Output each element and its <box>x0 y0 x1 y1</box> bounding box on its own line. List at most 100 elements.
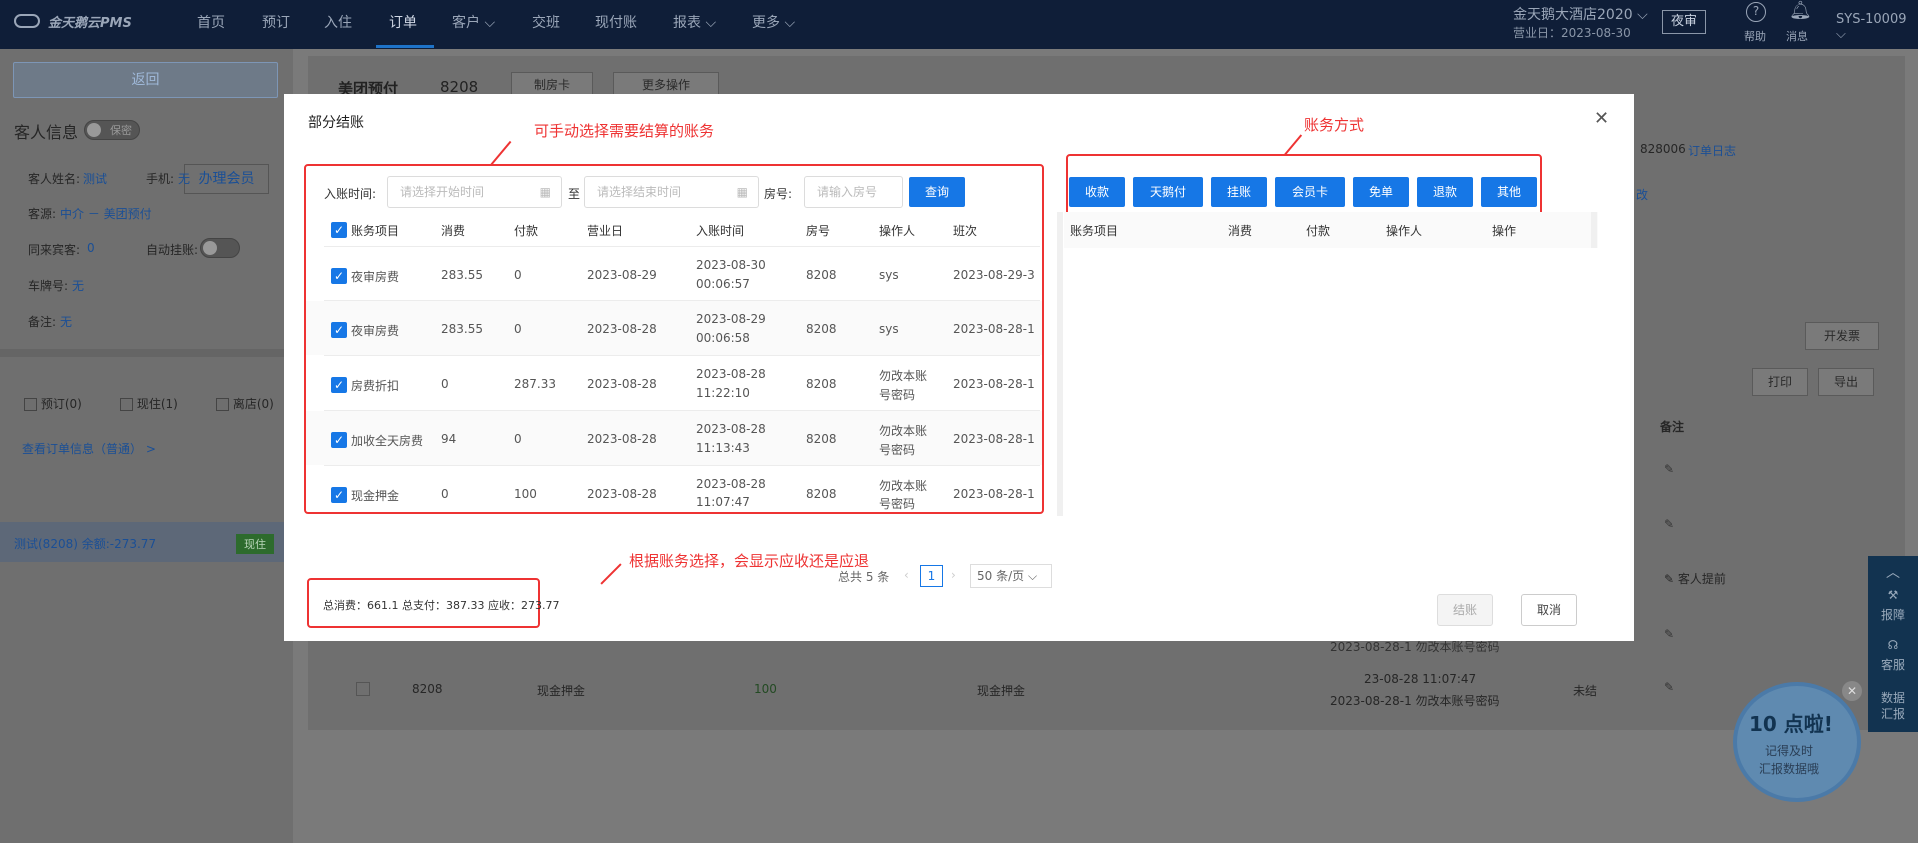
remark-value: 无 <box>60 315 73 329</box>
floating-toolbar: ︿ ⚒ 报障 ☊ 客服 数据汇报 <box>1868 556 1918 732</box>
status-badge: 现住 <box>236 534 274 554</box>
nav-cash-account[interactable]: 现付账 <box>595 12 637 32</box>
left-panel: 返回 客人信息 保密 办理会员 客人姓名: 测试 手机: 无 客源: 中介 － … <box>0 49 293 843</box>
selected-room-text[interactable]: 测试(8208) 余额:-273.77 <box>14 535 156 552</box>
row-entry-date: 2023-08-28 <box>696 477 766 491</box>
remark-label: 备注: <box>28 315 57 329</box>
data-report-button[interactable]: 数据汇报 <box>1868 690 1918 722</box>
edit-icon[interactable]: ✎ <box>1664 517 1674 531</box>
calendar-icon: ▦ <box>539 185 551 199</box>
page-size-select[interactable]: 50 条/页 ⌵ <box>970 564 1052 588</box>
collapse-up-icon[interactable]: ︿ <box>1868 562 1918 582</box>
row-checkbox[interactable]: ✓ <box>331 432 347 448</box>
chevron-down-icon: ⌵ <box>1027 569 1038 583</box>
register-member-button[interactable]: 办理会员 <box>184 164 269 194</box>
hotel-selector[interactable]: 金天鹅大酒店2020 ⌵ <box>1513 4 1648 24</box>
pay-method-member-card-button[interactable]: 会员卡 <box>1275 177 1345 207</box>
row-entry-date: 2023-08-29 <box>696 312 766 326</box>
report-issue-button[interactable]: 报障 <box>1868 606 1918 623</box>
row-checkbox[interactable]: ✓ <box>331 322 347 338</box>
row-entry-date: 2023-08-28 <box>696 422 766 436</box>
filter-booked[interactable]: 预订(0) <box>24 395 82 412</box>
end-time-input[interactable]: 请选择结束时间 ▦ <box>584 176 759 208</box>
col-remark: 备注 <box>1660 420 1685 434</box>
pay-method-tiane-button[interactable]: 天鹅付 <box>1133 177 1203 207</box>
row-checkbox[interactable] <box>356 682 370 696</box>
order-log-link[interactable]: 订单日志 <box>1688 142 1736 159</box>
nav-customers[interactable]: 客户 ⌵ <box>452 12 495 32</box>
settle-button[interactable]: 结账 <box>1437 594 1493 626</box>
close-icon[interactable]: ✕ <box>1594 108 1609 129</box>
guest-name[interactable]: 测试 <box>83 170 107 187</box>
guest-name-label: 客人姓名: <box>28 172 81 186</box>
nav-reports[interactable]: 报表 ⌵ <box>673 12 716 32</box>
user-menu[interactable]: SYS-10009 ⌵ <box>1836 12 1918 42</box>
cancel-button[interactable]: 取消 <box>1521 594 1577 626</box>
headset-icon: ☊ <box>1887 638 1899 652</box>
close-icon[interactable]: ✕ <box>1842 681 1862 701</box>
pay-method-charge-button[interactable]: 挂账 <box>1211 177 1267 207</box>
companions-value[interactable]: 0 <box>87 241 95 255</box>
prev-page-icon[interactable]: ‹ <box>904 568 909 582</box>
filter-in-house[interactable]: 现住(1) <box>120 395 178 412</box>
row-payment: 287.33 <box>514 377 556 391</box>
nav-orders[interactable]: 订单 <box>389 12 417 32</box>
pay-method-collect-button[interactable]: 收款 <box>1069 177 1125 207</box>
customer-service-button[interactable]: 客服 <box>1868 656 1918 673</box>
nav-home[interactable]: 首页 <box>197 12 225 32</box>
nav-more[interactable]: 更多 ⌵ <box>752 12 795 32</box>
scrollbar[interactable] <box>1591 212 1597 248</box>
divider <box>324 246 1040 247</box>
next-page-icon[interactable]: › <box>951 568 956 582</box>
remark-cell[interactable]: ✎ 客人提前 <box>1664 570 1726 587</box>
col-consume: 消费 <box>1228 224 1253 238</box>
start-time-input[interactable]: 请选择开始时间 ▦ <box>387 176 562 208</box>
invoice-button[interactable]: 开发票 <box>1805 322 1879 350</box>
divider <box>324 465 1040 466</box>
pay-method-other-button[interactable]: 其他 <box>1481 177 1537 207</box>
row-biz-day: 2023-08-29 <box>587 268 657 282</box>
row-room: 8208 <box>806 322 837 336</box>
back-button[interactable]: 返回 <box>13 62 278 98</box>
row-item: 夜审房费 <box>351 324 400 338</box>
edit-icon[interactable]: ✎ <box>1664 462 1674 476</box>
select-all-checkbox[interactable]: ✓ <box>331 222 347 238</box>
bell-icon[interactable]: 🔔︎ <box>1789 0 1812 21</box>
view-order-link[interactable]: 查看订单信息（普通） > <box>22 440 156 457</box>
nav-checkin[interactable]: 入住 <box>324 12 352 32</box>
col-shift: 班次 <box>953 224 978 238</box>
row-operator: sys <box>879 322 899 336</box>
row-checkbox[interactable]: ✓ <box>331 377 347 393</box>
edit-icon[interactable]: ✎ <box>1664 627 1674 641</box>
annotation-left: 可手动选择需要结算的账务 <box>534 122 715 140</box>
print-button[interactable]: 打印 <box>1752 368 1808 396</box>
col-room: 房号 <box>806 224 831 238</box>
modify-link[interactable]: 改 <box>1636 186 1648 203</box>
entry-time-label: 入账时间: <box>324 187 377 201</box>
col-consume: 消费 <box>441 224 466 238</box>
row-shift: 2023-08-28-1 <box>953 377 1035 391</box>
export-button[interactable]: 导出 <box>1818 368 1874 396</box>
pay-method-refund-button[interactable]: 退款 <box>1417 177 1473 207</box>
row-entry-time: 00:06:58 <box>696 331 750 345</box>
promo-badge[interactable]: 10 点啦! 记得及时 汇报数据哦 <box>1733 682 1861 802</box>
table-row <box>306 301 1042 355</box>
night-audit-button[interactable]: 夜审 <box>1662 10 1706 34</box>
row-checkbox[interactable]: ✓ <box>331 268 347 284</box>
auto-charge-toggle[interactable] <box>200 238 240 258</box>
help-icon[interactable]: ? <box>1746 2 1766 22</box>
annotation-bottom: 根据账务选择，会显示应收还是应退 <box>629 552 870 570</box>
row-consume: 94 <box>441 432 457 446</box>
scrollbar[interactable] <box>1057 212 1063 516</box>
row-operator-line2: 号密码 <box>879 497 916 511</box>
order-number: 828006 <box>1640 142 1686 156</box>
filter-checked-out[interactable]: 离店(0) <box>216 395 274 412</box>
row-checkbox[interactable]: ✓ <box>331 487 347 503</box>
nav-booking[interactable]: 预订 <box>262 12 290 32</box>
page-1-button[interactable]: 1 <box>920 565 943 587</box>
room-input[interactable]: 请输入房号 <box>804 176 903 208</box>
nav-shift[interactable]: 交班 <box>532 12 560 32</box>
query-button[interactable]: 查询 <box>909 177 965 207</box>
edit-icon[interactable]: ✎ <box>1664 680 1674 694</box>
pay-method-waive-button[interactable]: 免单 <box>1353 177 1409 207</box>
